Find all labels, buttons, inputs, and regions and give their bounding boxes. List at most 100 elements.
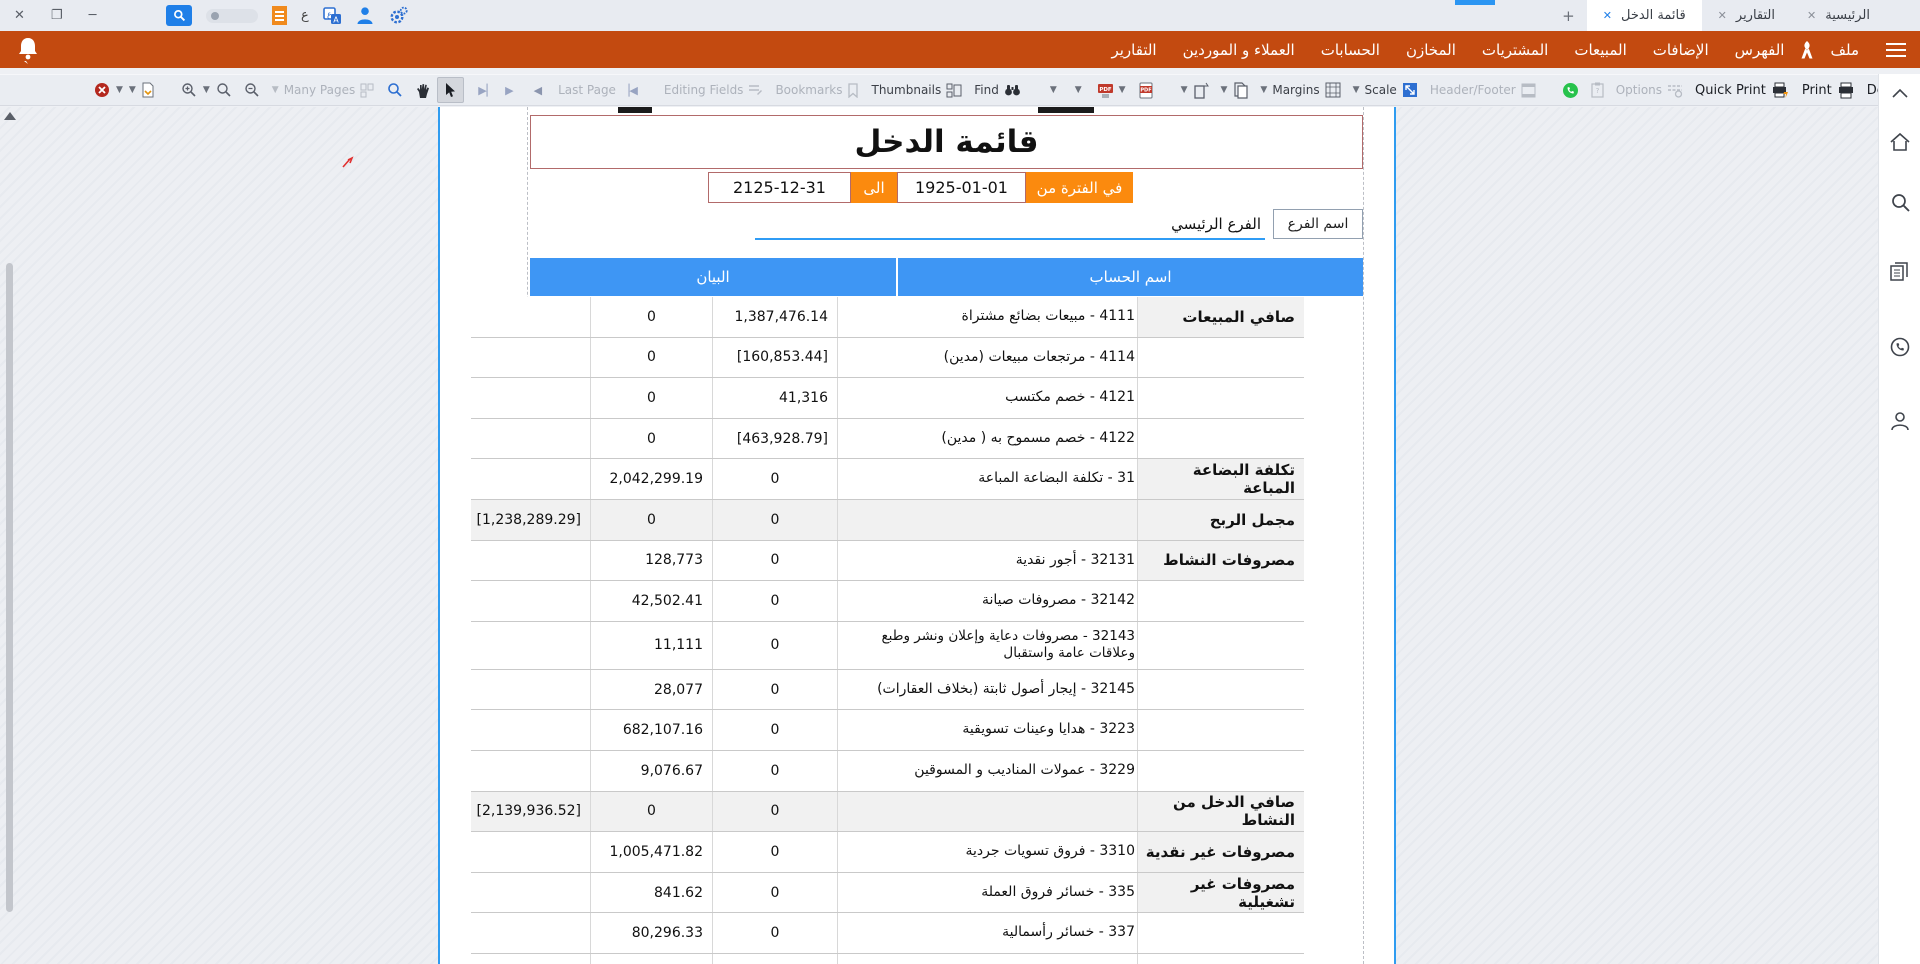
export-pdf-button[interactable]: PDF ▼ bbox=[1091, 78, 1132, 102]
menu-item-7[interactable]: العملاء و الموردين bbox=[1170, 41, 1308, 59]
tab-close-icon[interactable]: ✕ bbox=[1718, 9, 1727, 22]
tab-close-icon[interactable]: ✕ bbox=[1603, 9, 1612, 22]
last-page-button[interactable]: Last Page▕◀ bbox=[552, 78, 644, 102]
tab-close-icon[interactable]: ✕ bbox=[1807, 9, 1816, 22]
save-pdf-button[interactable]: PDF bbox=[1132, 78, 1161, 102]
total-cell bbox=[471, 419, 590, 459]
tab-0[interactable]: الرئيسية✕ bbox=[1791, 0, 1886, 31]
menu-item-1[interactable]: الفهرس bbox=[1722, 41, 1798, 59]
open-document-button[interactable]: ▼ bbox=[123, 78, 161, 102]
zoom-dropdown[interactable]: ▼ bbox=[203, 85, 210, 95]
menu-item-2[interactable]: الإضافات bbox=[1640, 41, 1722, 59]
tab-label: التقارير bbox=[1736, 8, 1775, 23]
stop-icon bbox=[94, 82, 110, 98]
new-tab-button[interactable]: + bbox=[1550, 0, 1587, 31]
search-icon bbox=[173, 9, 186, 22]
section-label-cell: مصروفات النشاط bbox=[1137, 541, 1304, 581]
section-label-cell bbox=[1137, 419, 1304, 459]
amount-value: 0 bbox=[713, 763, 837, 779]
zoom-in-button[interactable] bbox=[175, 78, 203, 102]
scroll-up-arrow[interactable] bbox=[4, 112, 16, 120]
total-cell bbox=[471, 913, 590, 953]
editing-fields-button[interactable]: Editing Fields bbox=[658, 78, 770, 102]
account-name-cell: 32131 - أجور نقدية bbox=[837, 541, 1137, 581]
margins-button[interactable]: ▼Margins bbox=[1254, 78, 1346, 102]
zoom-tool-button[interactable] bbox=[381, 78, 409, 102]
scale-button[interactable]: ▼Scale bbox=[1347, 78, 1424, 102]
amount-value: 1,005,471.82 bbox=[591, 844, 712, 860]
magnifier-button[interactable] bbox=[210, 78, 238, 102]
window-restore-button[interactable]: ❐ bbox=[51, 8, 63, 23]
stop-dropdown[interactable]: ▼ bbox=[116, 85, 123, 95]
nav-next-icon[interactable]: ▶ bbox=[505, 84, 513, 97]
many-pages-button[interactable]: ▼ Many Pages bbox=[266, 78, 381, 102]
section-label-cell: صافي المبيعات bbox=[1137, 297, 1304, 337]
options-button[interactable]: Options bbox=[1610, 78, 1689, 102]
account-name-cell: 4121 - خصم مكتسب bbox=[837, 378, 1137, 418]
collapse-toolbar-button[interactable] bbox=[1879, 88, 1920, 98]
section-label-cell bbox=[1137, 581, 1304, 621]
hand-tool-button[interactable] bbox=[409, 78, 437, 102]
period-from-value[interactable]: 1925-01-01 bbox=[897, 172, 1026, 203]
translate-icon[interactable]: عA bbox=[323, 7, 342, 25]
menu-item-6[interactable]: الحسابات bbox=[1308, 41, 1393, 59]
gear-icon[interactable] bbox=[388, 6, 409, 26]
window-minimize-button[interactable]: ─ bbox=[89, 8, 97, 23]
hamburger-menu-icon[interactable] bbox=[1886, 43, 1906, 57]
menu-item-4[interactable]: المشتريات bbox=[1469, 41, 1561, 59]
export-dropdown-1[interactable]: ▼ bbox=[1050, 85, 1057, 95]
amount-value: 0 bbox=[713, 593, 837, 609]
window-close-button[interactable]: ✕ bbox=[14, 8, 25, 23]
main-menu-bar: ملف الفهرس الإضافات المبيعات المشتريات ا… bbox=[0, 31, 1920, 68]
toggle-switch[interactable] bbox=[206, 9, 258, 23]
editing-fields-icon bbox=[748, 83, 763, 97]
sidebar-search-button[interactable] bbox=[1879, 192, 1920, 213]
paper-size-button[interactable]: ▼ bbox=[1215, 78, 1255, 102]
zoom-out-button[interactable] bbox=[238, 78, 266, 102]
report-title-box: قائمة الدخل bbox=[530, 115, 1363, 169]
sidebar-home-button[interactable] bbox=[1879, 132, 1920, 152]
left-scrollbar[interactable] bbox=[6, 263, 13, 912]
sidebar-reports-button[interactable] bbox=[1879, 262, 1920, 282]
total-cell bbox=[471, 541, 590, 581]
branch-name-value[interactable]: الفرع الرئيسي bbox=[1171, 211, 1261, 237]
bookmarks-button[interactable]: Bookmarks bbox=[769, 78, 865, 102]
export-dropdown-2[interactable]: ▼ bbox=[1075, 85, 1082, 95]
quick-print-button[interactable]: Quick Print bbox=[1689, 78, 1796, 102]
value-2-cell: 0 bbox=[590, 500, 712, 540]
sidebar-whatsapp-button[interactable] bbox=[1879, 336, 1920, 358]
whatsapp-button[interactable] bbox=[1556, 78, 1585, 102]
table-row: 4114 - مرتجعات مبيعات (مدين)[160,853.44]… bbox=[471, 338, 1304, 379]
stop-button[interactable] bbox=[88, 78, 116, 102]
amount-value: [463,928.79] bbox=[713, 431, 837, 447]
search-button[interactable] bbox=[166, 5, 192, 26]
thumbnails-button[interactable]: Thumbnails bbox=[865, 78, 968, 102]
header-footer-button[interactable]: Header/Footer bbox=[1424, 78, 1542, 102]
print-button[interactable]: Print bbox=[1796, 78, 1861, 102]
find-button[interactable]: Find bbox=[968, 78, 1027, 102]
period-to-value[interactable]: 2125-12-31 bbox=[708, 172, 851, 203]
sidebar-profile-button[interactable] bbox=[1879, 410, 1920, 432]
clipboard-button[interactable]: ? bbox=[1585, 78, 1610, 102]
pointer-tool-button[interactable] bbox=[437, 77, 464, 103]
nav-last-icon[interactable]: ▶▏ bbox=[478, 84, 495, 97]
menu-item-3[interactable]: المبيعات bbox=[1561, 41, 1639, 59]
value-2-cell: 11,111 bbox=[590, 622, 712, 669]
account-name-cell: 4122 - خصم مسموح به ( مدين) bbox=[837, 419, 1137, 459]
nav-prev-icon[interactable]: ◀ bbox=[534, 84, 542, 97]
orientation-button[interactable]: ▼ bbox=[1175, 78, 1215, 102]
notifications-bell[interactable] bbox=[14, 35, 42, 69]
menu-item-8[interactable]: التقارير bbox=[1098, 41, 1169, 59]
menu-item-5[interactable]: المخازن bbox=[1393, 41, 1469, 59]
tab-1[interactable]: التقارير ✕ bbox=[1702, 0, 1791, 31]
total-cell bbox=[471, 581, 590, 621]
tab-2[interactable]: قائمة الدخل✕ bbox=[1587, 0, 1702, 31]
value-1-cell: 0 bbox=[712, 459, 837, 499]
value-1-cell: 0 bbox=[712, 751, 837, 791]
list-icon[interactable] bbox=[272, 6, 287, 25]
branch-name-label[interactable]: اسم الفرع bbox=[1273, 209, 1363, 239]
menu-item-0[interactable]: ملف bbox=[1817, 41, 1872, 59]
section-label-cell bbox=[1137, 622, 1304, 669]
pointer-tool-icon bbox=[444, 82, 457, 98]
person-icon[interactable] bbox=[356, 6, 374, 25]
